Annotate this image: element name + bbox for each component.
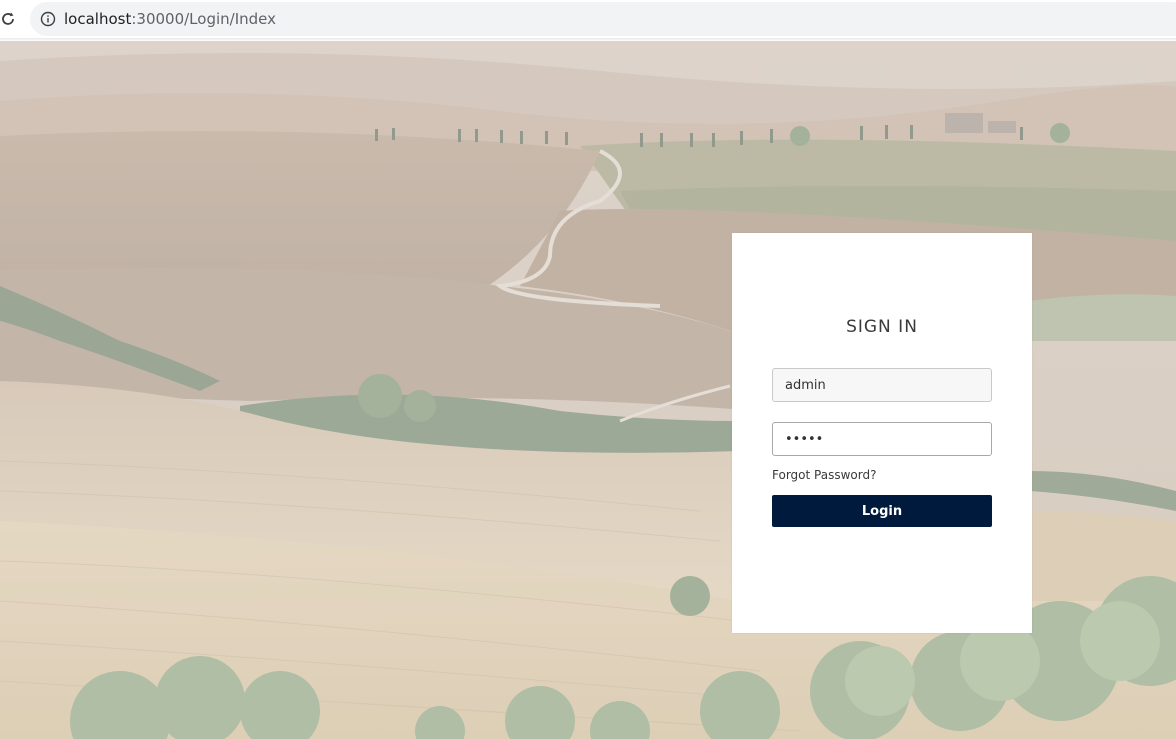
url-path: :30000/Login/Index	[131, 10, 276, 28]
login-card: SIGN IN Forgot Password? Login	[732, 233, 1032, 633]
url-host: localhost	[64, 10, 132, 28]
password-input[interactable]	[772, 422, 992, 456]
reload-icon[interactable]	[0, 11, 16, 27]
username-input[interactable]	[772, 368, 992, 402]
sign-in-title: SIGN IN	[846, 317, 918, 337]
login-button[interactable]: Login	[772, 495, 992, 527]
info-icon[interactable]	[40, 11, 56, 27]
address-bar[interactable]: localhost:30000/Login/Index	[30, 2, 1176, 36]
forgot-password-link[interactable]: Forgot Password?	[772, 468, 876, 482]
browser-toolbar: localhost:30000/Login/Index	[0, 0, 1176, 40]
url-text: localhost:30000/Login/Index	[64, 10, 276, 28]
